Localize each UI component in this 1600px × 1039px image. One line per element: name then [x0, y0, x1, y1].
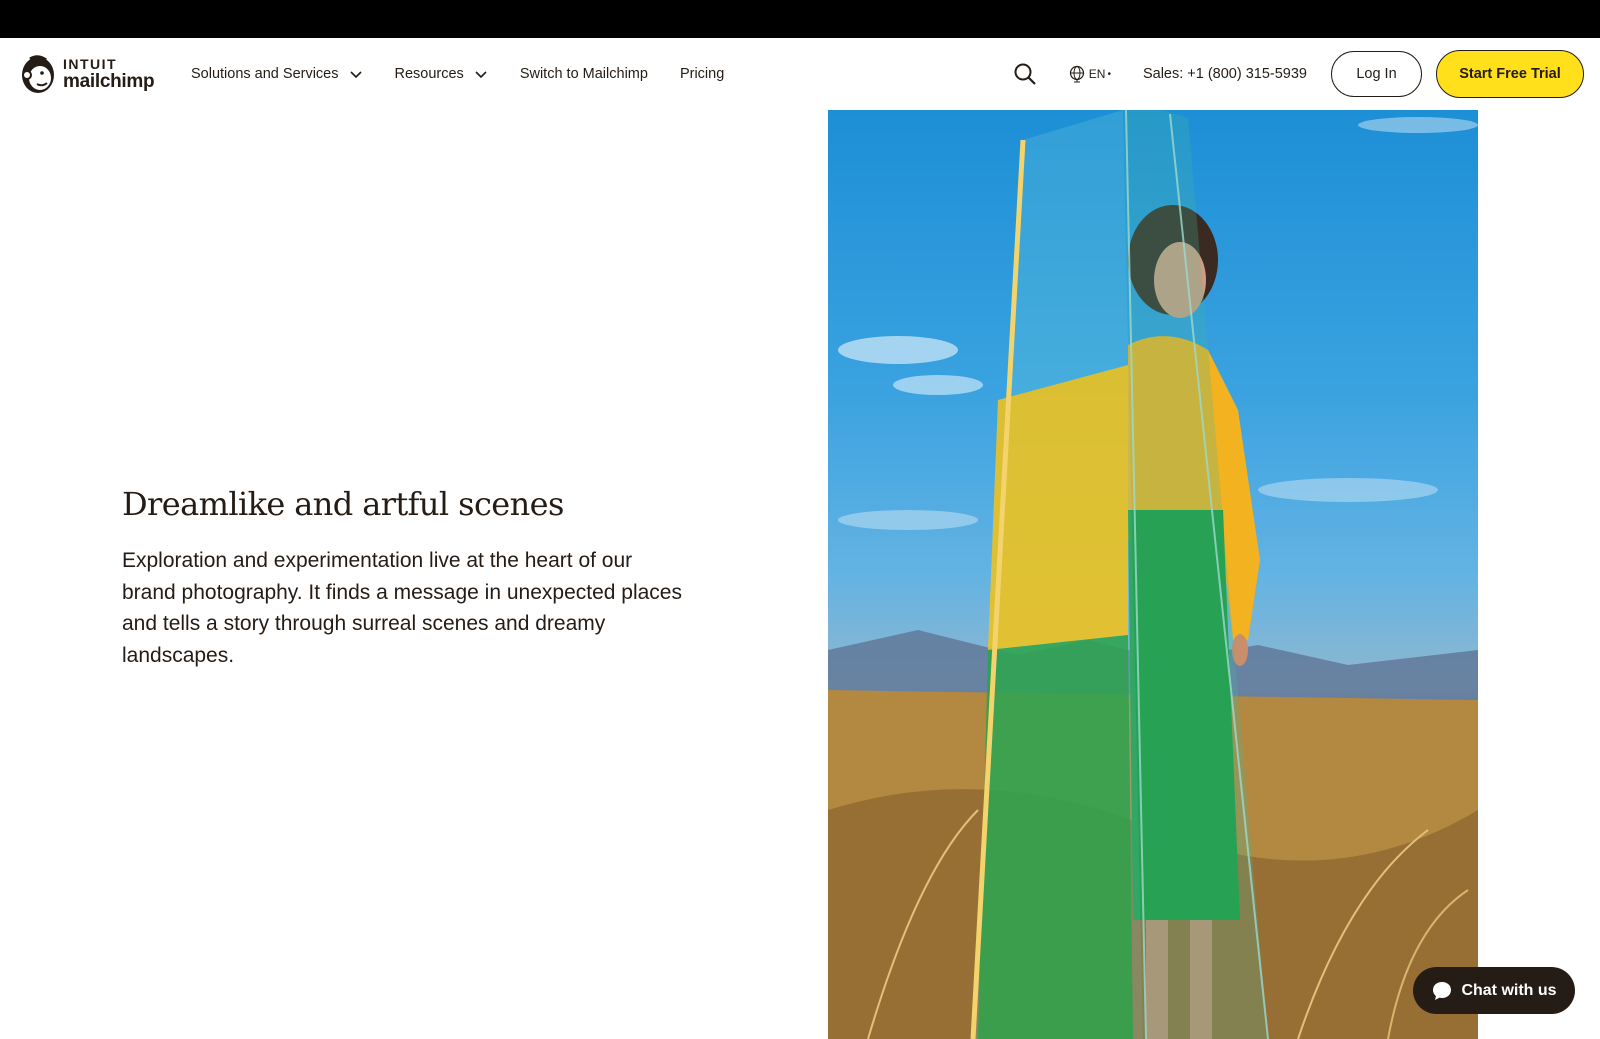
nav-solutions-label: Solutions and Services — [191, 66, 339, 82]
site-header: INTUIT mailchimp Solutions and Services … — [0, 38, 1600, 110]
sales-phone[interactable]: Sales: +1 (800) 315-5939 — [1143, 66, 1307, 82]
chat-bubble-icon — [1433, 981, 1452, 1000]
language-dropdown-indicator: • — [1107, 68, 1111, 80]
nav-pricing-label: Pricing — [679, 66, 725, 82]
brand-photo-woman-with-glass-panel — [828, 110, 1478, 1039]
logo-name-text: mailchimp — [63, 71, 155, 92]
nav-switch-label: Switch to Mailchimp — [519, 66, 648, 82]
primary-nav: Solutions and Services Resources Switch … — [191, 38, 756, 110]
chevron-down-icon — [349, 71, 362, 79]
mailchimp-logo[interactable]: INTUIT mailchimp — [18, 52, 168, 96]
start-free-trial-button[interactable]: Start Free Trial — [1436, 50, 1584, 98]
language-code: EN — [1088, 67, 1106, 81]
nav-resources-label: Resources — [394, 66, 464, 82]
nav-pricing[interactable]: Pricing — [680, 66, 724, 82]
section-body: Exploration and experimentation live at … — [122, 549, 682, 667]
chat-label: Chat with us — [1461, 981, 1557, 999]
globe-icon — [1069, 65, 1084, 83]
search-icon[interactable] — [1012, 61, 1038, 87]
nav-resources[interactable]: Resources — [395, 66, 488, 82]
section-title: Dreamlike and artful scenes — [122, 485, 564, 523]
photo-illustration — [828, 110, 1478, 1039]
logo-brand-text: INTUIT — [63, 56, 118, 72]
chevron-down-icon — [475, 71, 487, 79]
nav-solutions-and-services[interactable]: Solutions and Services — [191, 66, 363, 82]
top-black-bar — [0, 0, 1600, 38]
header-actions: EN • Sales: +1 (800) 315-5939 Log In Sta… — [1012, 38, 1584, 110]
nav-switch-to-mailchimp[interactable]: Switch to Mailchimp — [520, 66, 648, 82]
chat-with-us-button[interactable]: Chat with us — [1413, 967, 1575, 1014]
freddie-monkey-logo-icon — [22, 55, 54, 93]
language-selector[interactable]: EN • — [1068, 65, 1111, 83]
log-in-button[interactable]: Log In — [1331, 51, 1422, 97]
